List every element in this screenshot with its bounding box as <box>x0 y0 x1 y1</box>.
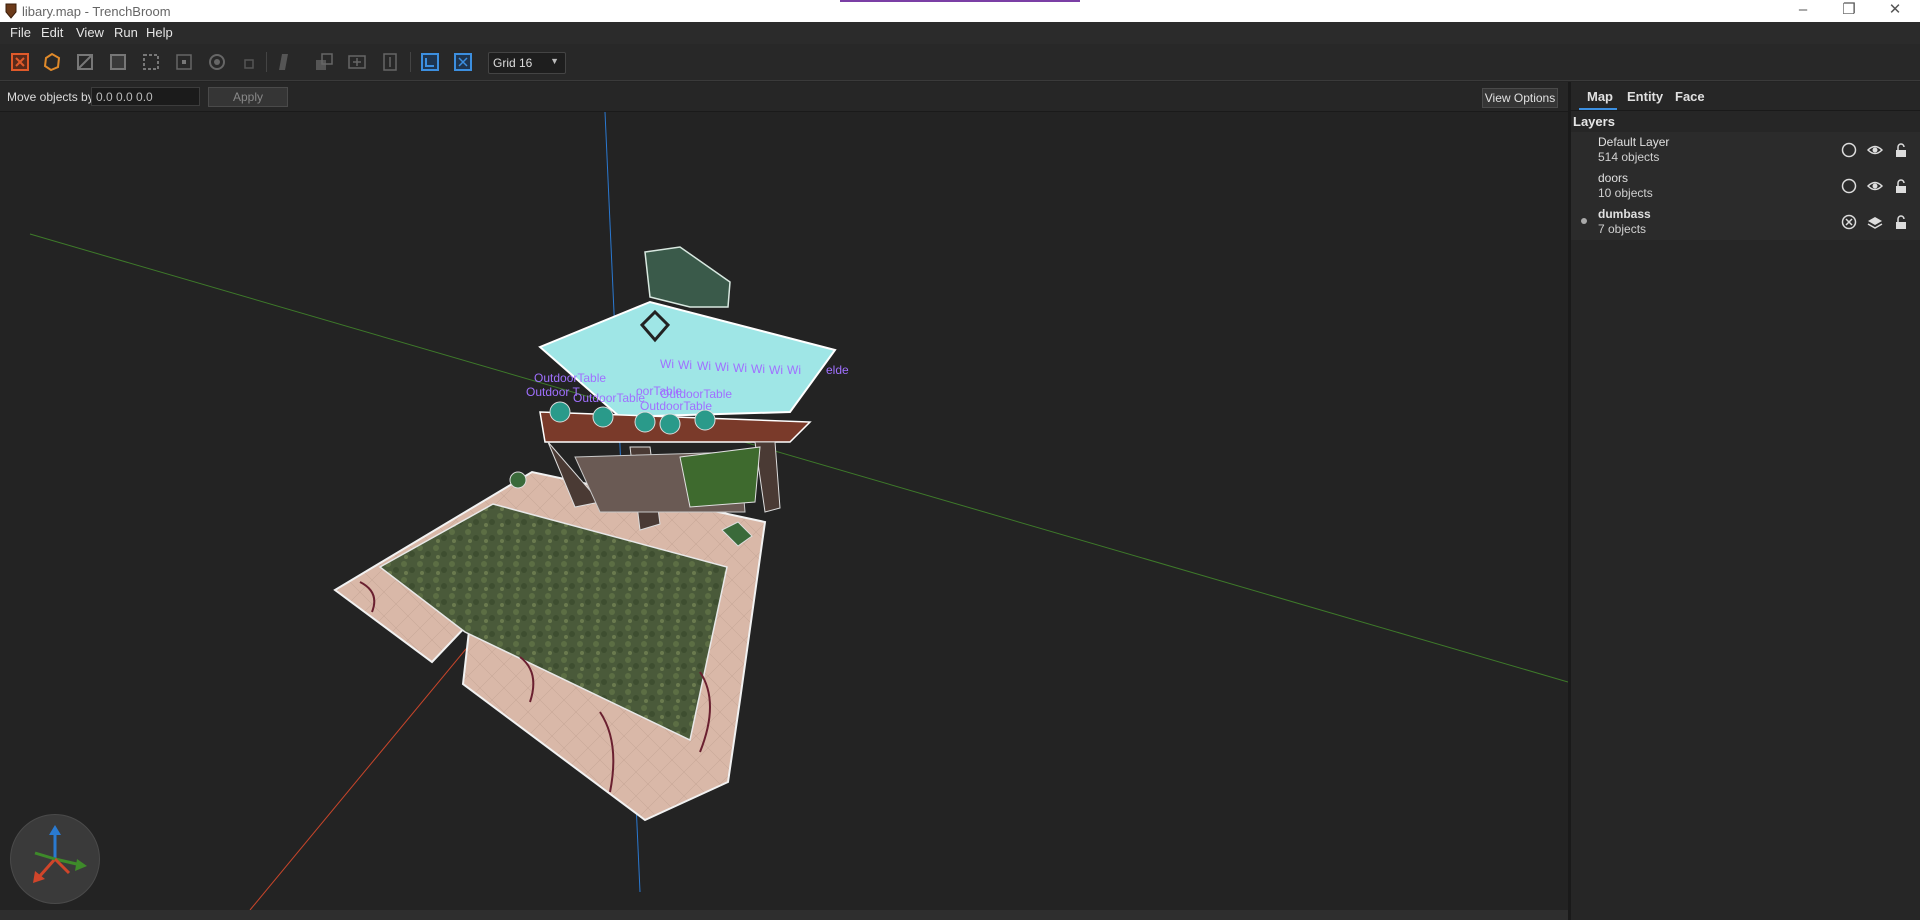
apply-button[interactable]: Apply <box>208 87 288 107</box>
eye-icon[interactable] <box>1867 178 1883 194</box>
layer-name: Default Layer <box>1598 135 1670 149</box>
move-objects-bar: Move objects by Apply View Options <box>0 82 1568 112</box>
inspector-tabs: Map Entity Face <box>1571 82 1920 111</box>
camera-orientation-gizmo[interactable] <box>10 814 100 904</box>
bush <box>509 471 527 489</box>
outdoor-table[interactable] <box>659 413 681 435</box>
maximize-button[interactable]: ❐ <box>1826 0 1872 22</box>
omit-from-export-icon[interactable] <box>1841 178 1857 194</box>
layers-visible-icon[interactable] <box>1867 214 1883 230</box>
tab-map[interactable]: Map <box>1587 89 1613 104</box>
entity-label[interactable]: Wi <box>733 361 747 375</box>
shear-tool-icon[interactable] <box>205 50 229 74</box>
rotate-tool-icon[interactable] <box>139 50 163 74</box>
toolbar: Grid 16 ▼ <box>0 44 1920 81</box>
entity-label[interactable]: oorTable <box>636 384 682 398</box>
menu-help[interactable]: Help <box>146 25 173 40</box>
toolbar-separator <box>266 52 267 72</box>
entity-label[interactable]: Wi <box>769 363 783 377</box>
uv-lock-icon[interactable] <box>451 50 475 74</box>
active-tab-indicator <box>1579 108 1617 110</box>
outdoor-table[interactable] <box>592 406 614 428</box>
select-tool-icon[interactable] <box>8 50 32 74</box>
layer-count: 7 objects <box>1598 222 1647 236</box>
csg-convex-merge-icon[interactable] <box>271 50 295 74</box>
layer-row-doors[interactable]: doors 10 objects <box>1571 168 1920 204</box>
vertex-tool-icon[interactable] <box>40 50 64 74</box>
grid-size-select[interactable]: Grid 16 ▼ <box>488 52 566 74</box>
minimize-button[interactable]: – <box>1780 0 1826 22</box>
edge-tool-icon[interactable] <box>73 50 97 74</box>
title-bar: libary.map - TrenchBroom – ❐ ✕ <box>0 0 1920 22</box>
current-layer-indicator <box>1581 218 1587 224</box>
trenchbroom-app-icon <box>5 3 17 19</box>
outdoor-table[interactable] <box>634 411 656 433</box>
layer-name: dumbass <box>1598 207 1651 221</box>
title-accent <box>840 0 1080 2</box>
entity-label[interactable]: Wi <box>678 358 692 372</box>
y-axis-line <box>29 233 1568 683</box>
entity-label[interactable]: Wi <box>787 363 801 377</box>
omit-from-export-icon[interactable] <box>1841 214 1857 230</box>
layer-row-dumbass[interactable]: dumbass 7 objects <box>1571 204 1920 240</box>
status-line <box>0 910 1568 920</box>
eye-icon[interactable] <box>1867 142 1883 158</box>
layer-count: 514 objects <box>1598 150 1660 164</box>
menu-run[interactable]: Run <box>114 25 138 40</box>
layer-row-default[interactable]: Default Layer 514 objects <box>1571 132 1920 168</box>
outdoor-table[interactable] <box>694 409 716 431</box>
menu-view[interactable]: View <box>76 25 104 40</box>
map-scene[interactable]: Outdoor T OutdoorTable OutdoorTable Outd… <box>0 112 1568 910</box>
hedge-block <box>679 446 761 508</box>
entity-label[interactable]: elde <box>826 363 849 377</box>
clip-tool-icon[interactable] <box>236 50 260 74</box>
menu-file[interactable]: File <box>10 25 31 40</box>
inspector-panel: Map Entity Face Layers Default Layer 514… <box>1571 82 1920 920</box>
entity-label[interactable]: OutdoorTable <box>573 391 645 405</box>
omit-from-export-icon[interactable] <box>1841 142 1857 158</box>
unlock-icon[interactable] <box>1893 142 1909 158</box>
close-button[interactable]: ✕ <box>1872 0 1918 22</box>
grid-size-value: Grid 16 <box>493 56 533 70</box>
layers-title: Layers <box>1573 114 1615 129</box>
csg-intersect-icon[interactable] <box>345 50 369 74</box>
outdoor-table[interactable] <box>549 401 571 423</box>
unlock-icon[interactable] <box>1893 178 1909 194</box>
entity-label[interactable]: Wi <box>697 359 711 373</box>
entity-label[interactable]: OutdoorTable <box>640 399 712 413</box>
move-objects-label: Move objects by <box>7 90 94 104</box>
tab-face[interactable]: Face <box>1675 89 1705 104</box>
roof-ornament <box>644 246 731 308</box>
entity-label[interactable]: OutdoorTable <box>534 371 606 385</box>
csg-hollow-icon[interactable] <box>378 50 402 74</box>
view-options-button[interactable]: View Options <box>1482 88 1558 108</box>
csg-subtract-icon[interactable] <box>312 50 336 74</box>
unlock-icon[interactable] <box>1893 214 1909 230</box>
scale-tool-icon[interactable] <box>172 50 196 74</box>
menu-bar: File Edit View Run Help <box>0 22 1920 44</box>
face-tool-icon[interactable] <box>106 50 130 74</box>
window-title: libary.map - TrenchBroom <box>22 4 171 19</box>
layer-name: doors <box>1598 171 1629 185</box>
3d-viewport[interactable]: Outdoor T OutdoorTable OutdoorTable Outd… <box>0 112 1568 910</box>
entity-label[interactable]: Wi <box>660 357 674 371</box>
x-axis-line <box>249 631 481 910</box>
tab-entity[interactable]: Entity <box>1627 89 1663 104</box>
toolbar-separator <box>410 52 411 72</box>
move-offset-input[interactable] <box>91 87 200 106</box>
texture-lock-icon[interactable] <box>418 50 442 74</box>
chevron-down-icon: ▼ <box>550 56 559 66</box>
menu-edit[interactable]: Edit <box>41 25 63 40</box>
entity-label[interactable]: Wi <box>751 362 765 376</box>
axis-gizmo-icon <box>33 825 87 883</box>
layer-count: 10 objects <box>1598 186 1653 200</box>
entity-label[interactable]: Wi <box>715 360 729 374</box>
